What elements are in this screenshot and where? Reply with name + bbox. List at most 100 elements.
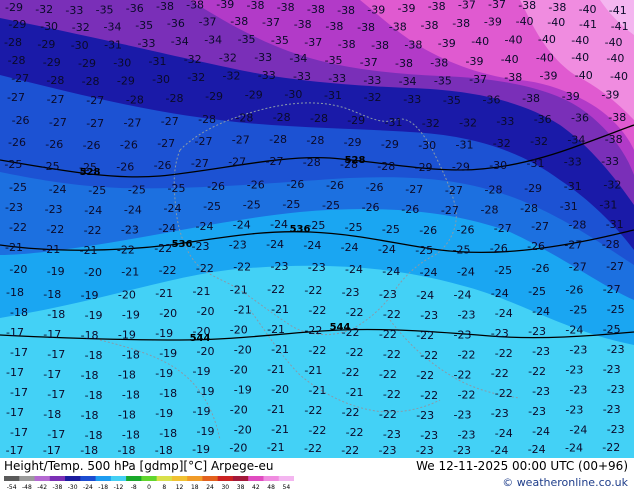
temp-label: -23 [569, 343, 587, 356]
temp-label: -17 [47, 428, 65, 441]
temp-label: -17 [6, 406, 24, 419]
temp-label: -28 [306, 134, 324, 147]
temp-label: -24 [233, 218, 251, 231]
temp-label: -32 [219, 51, 237, 64]
temp-label: -33 [254, 51, 272, 64]
temp-label: -22 [383, 308, 401, 321]
scale-label: 0 [147, 484, 151, 490]
temp-label: -40 [516, 15, 534, 28]
temp-label: -23 [454, 329, 472, 342]
temp-label: -17 [10, 386, 28, 399]
weather-map[interactable]: -29 -32 -33 -35 -36 -38 -38 -39 -38 -38 -38 -38 -39-… [0, 0, 634, 458]
temp-label: -23 [607, 423, 625, 436]
temp-label: -22 [9, 221, 27, 234]
scale-swatch [95, 476, 112, 481]
temp-label: -27 [124, 117, 142, 130]
scale-swatch [19, 476, 36, 481]
temp-label: -38 [371, 39, 389, 52]
temp-label: -38 [421, 19, 439, 32]
temp-label: -19 [234, 383, 252, 396]
temp-label: -27 [7, 91, 25, 104]
temp-label: -28 [4, 36, 22, 49]
temp-label: -40 [471, 35, 489, 48]
temp-label: -18 [122, 349, 140, 362]
temp-label: -19 [192, 443, 210, 456]
temp-label: -35 [96, 4, 114, 17]
temp-label: -22 [346, 346, 364, 359]
temp-label: -33 [328, 72, 346, 85]
temp-label: -22 [495, 387, 513, 400]
temp-label: -38 [337, 4, 355, 17]
temp-label: -20 [197, 345, 215, 358]
temp-label: -40 [505, 33, 523, 46]
temp-label: -21 [267, 363, 285, 376]
temp-label: -38 [430, 57, 448, 70]
temp-label: -22 [458, 349, 476, 362]
temp-label: -22 [304, 324, 322, 337]
temp-label: -28 [602, 238, 620, 251]
scale-label: 24 [206, 484, 214, 490]
temp-label: -32 [184, 53, 202, 66]
temp-label: -39 [398, 2, 416, 15]
temp-label: -22 [346, 426, 364, 439]
temp-label: -21 [308, 384, 326, 397]
temp-label: -40 [605, 36, 623, 49]
temp-label: -38 [277, 1, 295, 14]
temp-label: -29 [37, 38, 55, 51]
temp-label: -18 [10, 306, 28, 319]
temp-label: -20 [159, 307, 177, 320]
temp-label: -18 [85, 389, 103, 402]
temp-label: -30 [40, 20, 58, 33]
temp-label: -33 [65, 4, 83, 17]
temp-label: -18 [155, 444, 173, 457]
temp-label: -19 [118, 329, 136, 342]
temp-label: -25 [9, 181, 27, 194]
temp-label: -20 [84, 266, 102, 279]
scale-label: -18 [98, 484, 108, 490]
scale-label: 30 [221, 484, 229, 490]
scale-swatch [156, 476, 173, 481]
temp-label: -25 [569, 303, 587, 316]
temp-label: -19 [155, 407, 173, 420]
temp-label: -27 [228, 155, 246, 168]
temp-label: -24 [382, 265, 400, 278]
temp-label: -22 [308, 304, 326, 317]
temp-label: -22 [383, 388, 401, 401]
temp-label: -23 [569, 383, 587, 396]
temp-label: -24 [124, 204, 142, 217]
temp-label: -30 [284, 88, 302, 101]
temp-label: -40 [610, 70, 628, 83]
temp-label: -39 [540, 69, 558, 82]
scale-swatch [217, 476, 234, 481]
scale-label: -38 [53, 484, 63, 490]
temp-label: -19 [197, 425, 215, 438]
temp-label: -28 [8, 54, 26, 67]
temp-label: -18 [43, 288, 61, 301]
temp-label: -22 [416, 369, 434, 382]
temp-label: -38 [605, 133, 623, 146]
temp-label: -18 [81, 329, 99, 342]
temp-label: -27 [603, 283, 621, 296]
temp-label: -38 [395, 57, 413, 70]
temp-label: -29 [381, 138, 399, 151]
temp-label: -26 [532, 262, 550, 275]
temp-label: -40 [579, 3, 597, 16]
temp-label: -37 [458, 0, 476, 11]
credit-link[interactable]: © weatheronline.co.uk [502, 476, 628, 489]
temp-label: -35 [443, 94, 461, 107]
temp-label: -20 [197, 305, 215, 318]
temp-label: -35 [325, 54, 343, 67]
scale-swatch [126, 476, 142, 481]
scale-label: -48 [22, 484, 32, 490]
temp-label: -22 [346, 306, 364, 319]
temp-label: -22 [154, 242, 172, 255]
temp-label: -37 [304, 36, 322, 49]
temp-label: -38 [608, 111, 626, 124]
temp-label: -22 [267, 283, 285, 296]
temp-label: -36 [534, 113, 552, 126]
temp-label: -18 [47, 308, 65, 321]
temp-label: -23 [453, 444, 471, 457]
temp-label: -40 [536, 51, 554, 64]
temp-label: -37 [469, 73, 487, 86]
temp-label: -18 [118, 444, 136, 457]
